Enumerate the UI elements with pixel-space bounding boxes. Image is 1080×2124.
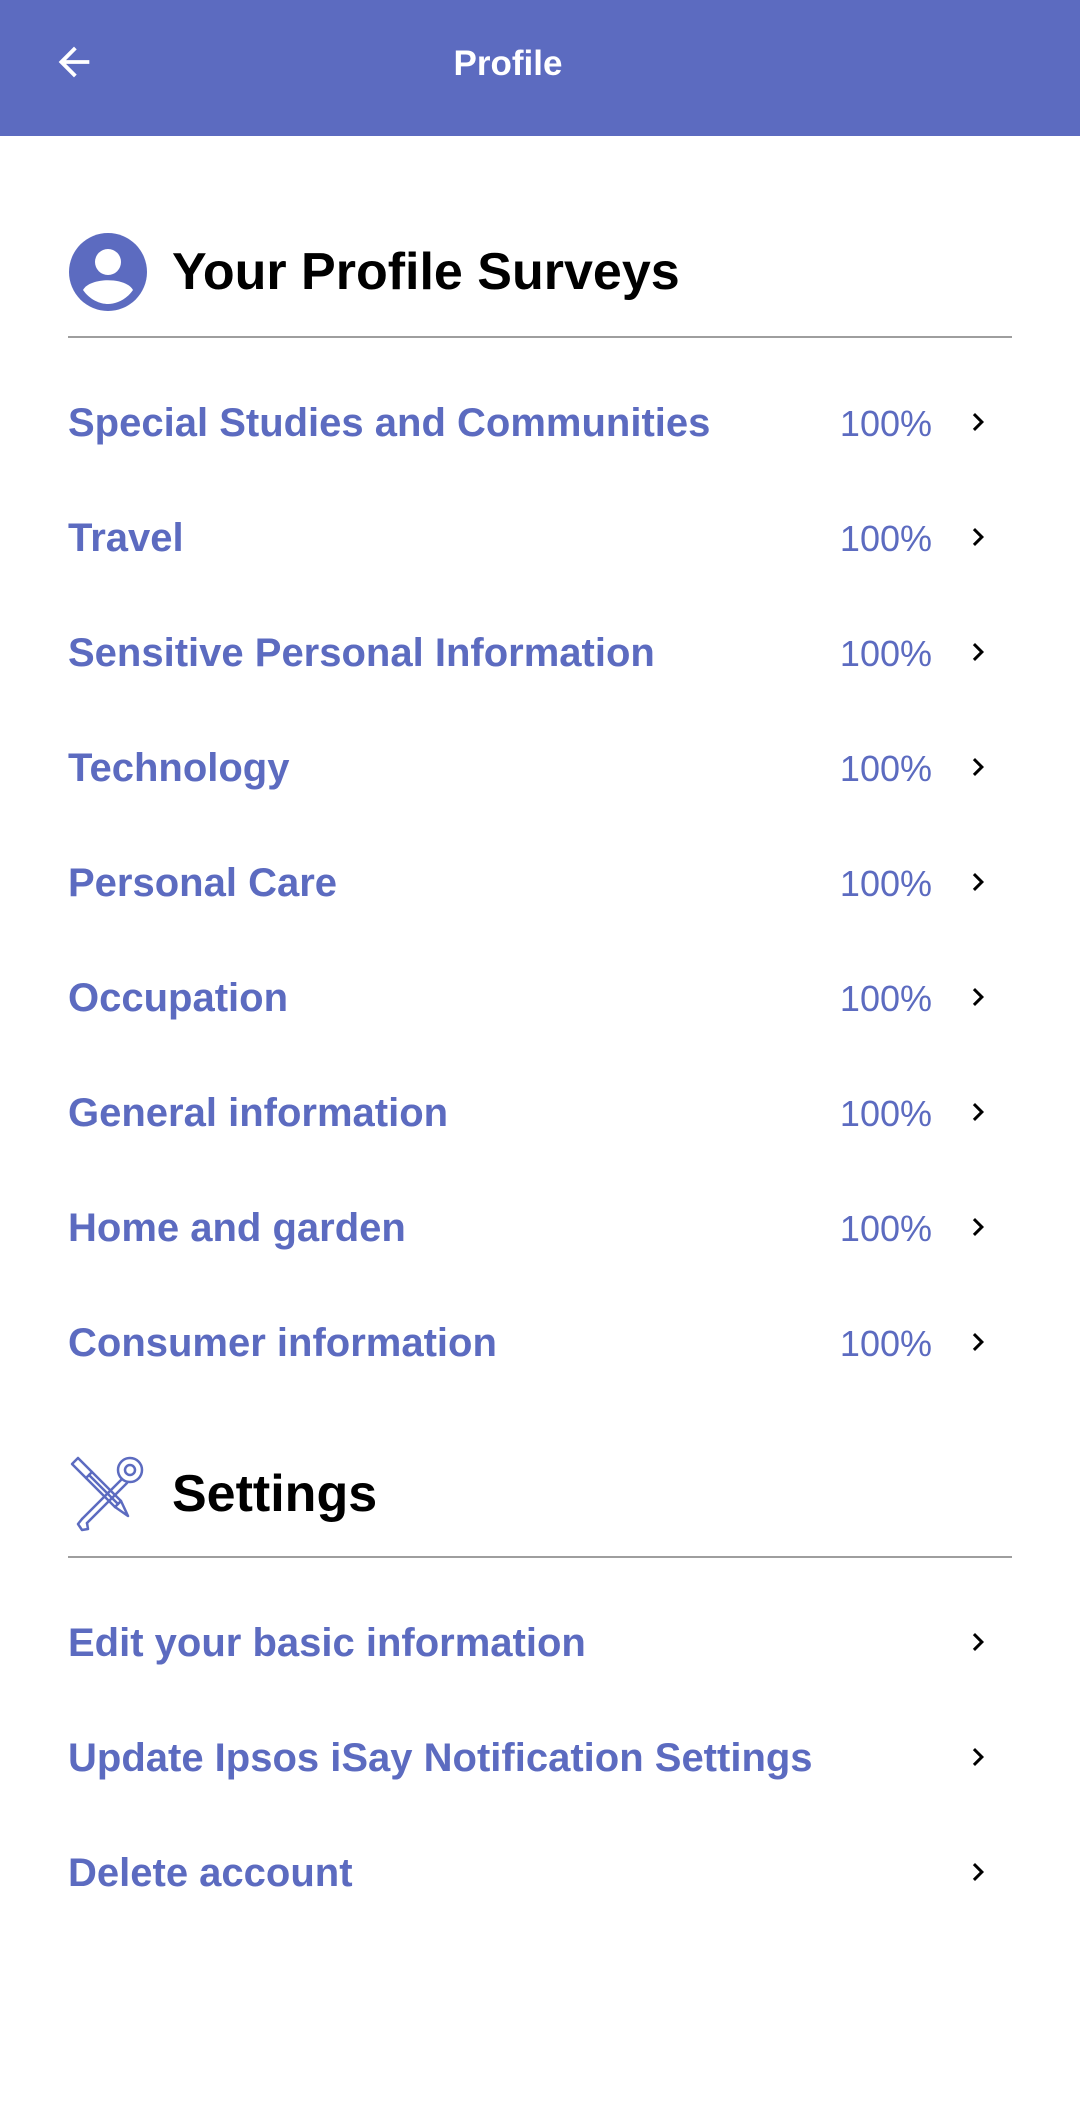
completion-percent: 100% <box>839 403 932 444</box>
section-title: Your Profile Surveys <box>172 243 680 301</box>
chevron-right-icon <box>960 1094 996 1130</box>
item-label: Consumer information <box>68 1321 497 1365</box>
item-label: Home and garden <box>68 1206 406 1250</box>
item-label: Delete account <box>68 1851 353 1895</box>
item-label: Occupation <box>68 976 289 1020</box>
section-title: Settings <box>172 1465 378 1523</box>
item-label: Personal Care <box>68 861 338 905</box>
chevron-right-icon <box>960 634 996 670</box>
profile-surveys-list: Special Studies and Communities 100% Tra… <box>68 366 1012 1401</box>
list-item-occupation[interactable]: Occupation 100% <box>68 941 1012 1056</box>
chevron-right-icon <box>960 864 996 900</box>
list-item-consumer-information[interactable]: Consumer information 100% <box>68 1286 1012 1401</box>
list-item-personal-care[interactable]: Personal Care 100% <box>68 826 1012 941</box>
list-item-notification-settings[interactable]: Update Ipsos iSay Notification Settings <box>68 1701 1012 1816</box>
chevron-right-icon <box>960 1324 996 1360</box>
settings-list: Edit your basic information Update Ipsos… <box>68 1586 1012 1931</box>
item-label: Special Studies and Communities <box>68 401 711 445</box>
list-item-special-studies[interactable]: Special Studies and Communities 100% <box>68 366 1012 481</box>
list-item-travel[interactable]: Travel 100% <box>68 481 1012 596</box>
settings-header: Settings <box>68 1440 1012 1548</box>
completion-percent: 100% <box>839 748 932 789</box>
chevron-right-icon <box>960 979 996 1015</box>
list-item-edit-basic-information[interactable]: Edit your basic information <box>68 1586 1012 1701</box>
chevron-right-icon <box>960 404 996 440</box>
item-label: Technology <box>68 746 290 790</box>
account-circle-icon <box>68 232 148 312</box>
section-divider <box>68 336 1012 338</box>
completion-percent: 100% <box>839 633 932 674</box>
chevron-right-icon <box>960 519 996 555</box>
completion-percent: 100% <box>839 1208 932 1249</box>
completion-percent: 100% <box>839 1323 932 1364</box>
profile-surveys-header: Your Profile Surveys <box>68 218 1012 326</box>
completion-percent: 100% <box>839 518 932 559</box>
completion-percent: 100% <box>839 1093 932 1134</box>
list-item-sensitive-personal-information[interactable]: Sensitive Personal Information 100% <box>68 596 1012 711</box>
list-item-technology[interactable]: Technology 100% <box>68 711 1012 826</box>
list-item-general-information[interactable]: General information 100% <box>68 1056 1012 1171</box>
item-label: Travel <box>68 516 184 560</box>
chevron-right-icon <box>960 1209 996 1245</box>
item-label: Edit your basic information <box>68 1621 586 1665</box>
chevron-right-icon <box>960 749 996 785</box>
list-item-delete-account[interactable]: Delete account <box>68 1816 1012 1931</box>
tools-icon <box>68 1454 148 1534</box>
chevron-right-icon <box>960 1854 996 1890</box>
item-label: Update Ipsos iSay Notification Settings <box>68 1736 813 1780</box>
section-divider <box>68 1556 1012 1558</box>
completion-percent: 100% <box>839 978 932 1019</box>
page-title: Profile <box>453 44 563 83</box>
list-item-home-and-garden[interactable]: Home and garden 100% <box>68 1171 1012 1286</box>
app-bar: Profile <box>0 0 1080 136</box>
item-label: General information <box>68 1091 449 1135</box>
chevron-right-icon <box>960 1624 996 1660</box>
completion-percent: 100% <box>839 863 932 904</box>
item-label: Sensitive Personal Information <box>68 631 655 675</box>
chevron-right-icon <box>960 1739 996 1775</box>
